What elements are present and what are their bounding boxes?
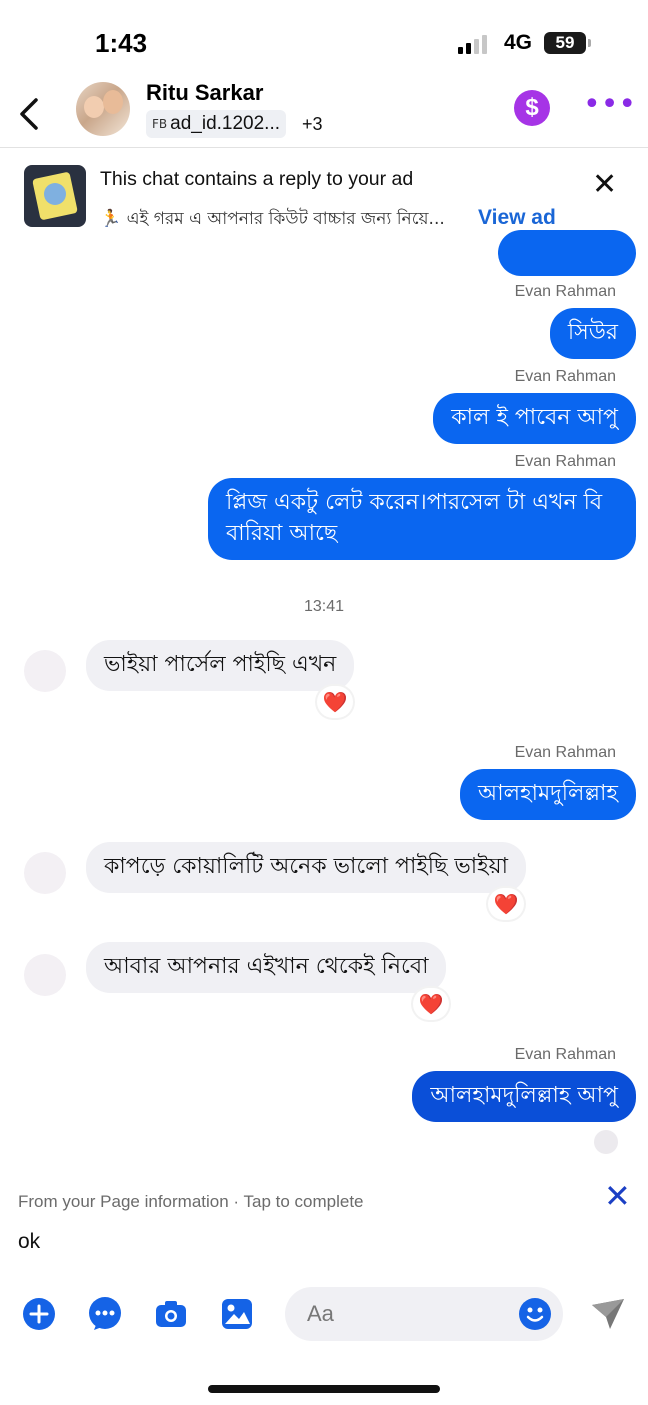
battery-icon: 59 <box>544 32 591 54</box>
message-bubble-outgoing[interactable]: আলহামদুলিল্লাহ <box>459 769 636 820</box>
close-icon[interactable]: ✕ <box>592 170 617 200</box>
sender-name: Evan Rahman <box>514 283 616 300</box>
message-list[interactable]: Evan Rahman সিউর Evan Rahman কাল ই পাবেন… <box>0 230 648 1170</box>
incoming-avatar[interactable] <box>24 650 66 692</box>
back-icon[interactable] <box>16 94 46 134</box>
gallery-icon[interactable] <box>220 1297 254 1331</box>
more-options-icon[interactable]: ••• <box>583 90 636 120</box>
message-bubble-outgoing[interactable]: সিউর <box>549 308 636 359</box>
ad-id-chip[interactable]: FB ad_id.1202... <box>146 110 287 138</box>
ad-banner-title: This chat contains a reply to your ad <box>100 168 414 190</box>
suggested-reply-label: From your Page information · Tap to comp… <box>18 1192 364 1211</box>
sender-name: Evan Rahman <box>514 453 616 470</box>
message-bubble-incoming[interactable]: কাপড়ে কোয়ালিটি অনেক ভালো পাইছি ভাইয়া <box>86 842 526 893</box>
message-composer: Aa <box>0 1285 648 1345</box>
message-bubble-incoming[interactable]: ভাইয়া পার্সেল পাইছি এখন <box>86 640 355 691</box>
more-options-icon[interactable] <box>88 1297 122 1331</box>
ad-thumbnail[interactable] <box>24 165 86 227</box>
chat-header: Ritu Sarkar FB ad_id.1202... +3 $ ••• <box>0 78 648 148</box>
view-ad-link[interactable]: View ad <box>478 206 556 230</box>
extra-labels-count[interactable]: +3 <box>302 114 323 135</box>
emoji-icon[interactable] <box>519 1298 551 1330</box>
heart-reaction-icon[interactable]: ❤️ <box>488 888 524 920</box>
sender-name: Evan Rahman <box>514 368 616 385</box>
home-indicator[interactable] <box>208 1385 440 1393</box>
message-input[interactable]: Aa <box>285 1287 563 1341</box>
message-input-placeholder: Aa <box>307 1301 334 1326</box>
ad-prefix-label: FB <box>152 117 168 131</box>
close-icon[interactable]: ✕ <box>604 1180 631 1212</box>
message-bubble-outgoing-partial[interactable] <box>498 230 636 276</box>
send-icon[interactable] <box>590 1297 624 1331</box>
sender-name: Evan Rahman <box>514 744 616 761</box>
payment-dollar-icon[interactable]: $ <box>514 90 550 126</box>
message-timestamp: 13:41 <box>303 598 345 615</box>
status-bar: 1:43 4G 59 <box>0 0 648 80</box>
seen-receipt-avatar <box>594 1130 618 1154</box>
heart-reaction-icon[interactable]: ❤️ <box>317 686 353 718</box>
suggested-reply-panel: From your Page information · Tap to comp… <box>0 1180 648 1275</box>
contact-avatar[interactable] <box>76 82 130 136</box>
sender-name: Evan Rahman <box>514 1046 616 1063</box>
suggested-reply-text[interactable]: ok <box>18 1230 40 1254</box>
camera-icon[interactable] <box>154 1297 188 1331</box>
signal-icon <box>458 34 487 54</box>
status-time: 1:43 <box>95 28 148 58</box>
contact-name[interactable]: Ritu Sarkar <box>146 80 263 106</box>
message-bubble-incoming[interactable]: আবার আপনার এইখান থেকেই নিবো <box>86 942 447 993</box>
incoming-avatar[interactable] <box>24 954 66 996</box>
heart-reaction-icon[interactable]: ❤️ <box>413 988 449 1020</box>
message-bubble-outgoing[interactable]: প্লিজ একটু লেট করেন।পারসেল টা এখন বি বার… <box>208 478 636 560</box>
add-icon[interactable] <box>22 1297 56 1331</box>
ad-banner-subtitle: 🏃 এই গরম এ আপনার কিউট বাচ্চার জন্য নিয়ে… <box>100 209 445 229</box>
message-bubble-outgoing[interactable]: কাল ই পাবেন আপু <box>433 393 636 444</box>
ad-id-label: ad_id.1202... <box>170 113 281 134</box>
message-bubble-outgoing[interactable]: আলহামদুলিল্লাহ আপু <box>412 1071 636 1122</box>
incoming-avatar[interactable] <box>24 852 66 894</box>
network-label: 4G <box>504 31 533 54</box>
